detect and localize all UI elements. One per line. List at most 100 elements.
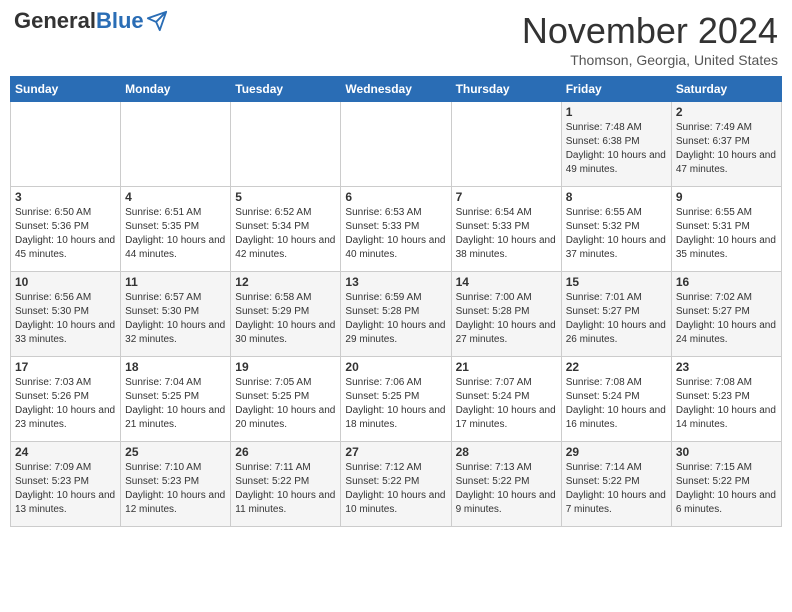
calendar-cell: 8 Sunrise: 6:55 AM Sunset: 5:32 PM Daylig… [561,187,671,272]
day-info: Sunrise: 6:53 AM Sunset: 5:33 PM Dayligh… [345,206,446,262]
day-number: 1 [566,105,667,119]
day-number: 13 [345,275,446,289]
day-number: 6 [345,190,446,204]
day-info: Sunrise: 7:14 AM Sunset: 5:22 PM Dayligh… [566,461,667,517]
day-number: 15 [566,275,667,289]
day-of-week-header: Wednesday [341,77,451,102]
day-info: Sunrise: 7:07 AM Sunset: 5:24 PM Dayligh… [456,376,557,432]
day-of-week-header: Thursday [451,77,561,102]
calendar-cell: 15 Sunrise: 7:01 AM Sunset: 5:27 PM Dayli… [561,272,671,357]
day-info: Sunrise: 6:58 AM Sunset: 5:29 PM Dayligh… [235,291,336,347]
calendar-body: 1 Sunrise: 7:48 AM Sunset: 6:38 PM Daylig… [11,102,782,527]
calendar-cell: 9 Sunrise: 6:55 AM Sunset: 5:31 PM Daylig… [671,187,781,272]
logo-general: GeneralBlue [14,10,144,32]
calendar-cell: 23Sunrise: 7:08 AM Sunset: 5:23 PM Dayli… [671,357,781,442]
month-title: November 2024 [522,10,778,52]
calendar-cell: 19 Sunrise: 7:05 AM Sunset: 5:25 PM Dayli… [231,357,341,442]
day-number: 4 [125,190,226,204]
day-number: 5 [235,190,336,204]
calendar-cell: 10Sunrise: 6:56 AM Sunset: 5:30 PM Dayli… [11,272,121,357]
day-number: 27 [345,445,446,459]
calendar-cell: 3 Sunrise: 6:50 AM Sunset: 5:36 PM Daylig… [11,187,121,272]
day-info: Sunrise: 7:01 AM Sunset: 5:27 PM Dayligh… [566,291,667,347]
header: GeneralBlue November 2024 Thomson, Georg… [10,10,782,68]
calendar-cell: 6 Sunrise: 6:53 AM Sunset: 5:33 PM Daylig… [341,187,451,272]
calendar-cell: 27 Sunrise: 7:12 AM Sunset: 5:22 PM Dayli… [341,442,451,527]
day-number: 29 [566,445,667,459]
calendar-cell: 29 Sunrise: 7:14 AM Sunset: 5:22 PM Dayli… [561,442,671,527]
day-number: 28 [456,445,557,459]
day-number: 17 [15,360,116,374]
day-of-week-header: Friday [561,77,671,102]
day-number: 10 [15,275,116,289]
calendar-cell: 21 Sunrise: 7:07 AM Sunset: 5:24 PM Dayli… [451,357,561,442]
location: Thomson, Georgia, United States [522,52,778,68]
title-block: November 2024 Thomson, Georgia, United S… [522,10,778,68]
day-number: 9 [676,190,777,204]
calendar-table: SundayMondayTuesdayWednesdayThursdayFrid… [10,76,782,527]
day-info: Sunrise: 6:54 AM Sunset: 5:33 PM Dayligh… [456,206,557,262]
day-number: 25 [125,445,226,459]
calendar-cell: 17 Sunrise: 7:03 AM Sunset: 5:26 PM Dayli… [11,357,121,442]
day-info: Sunrise: 6:59 AM Sunset: 5:28 PM Dayligh… [345,291,446,347]
day-number: 23 [676,360,777,374]
day-info: Sunrise: 7:02 AM Sunset: 5:27 PM Dayligh… [676,291,777,347]
day-number: 19 [235,360,336,374]
calendar-cell: 2Sunrise: 7:49 AM Sunset: 6:37 PM Daylig… [671,102,781,187]
calendar-cell: 24Sunrise: 7:09 AM Sunset: 5:23 PM Dayli… [11,442,121,527]
day-number: 3 [15,190,116,204]
day-info: Sunrise: 6:52 AM Sunset: 5:34 PM Dayligh… [235,206,336,262]
day-info: Sunrise: 6:50 AM Sunset: 5:36 PM Dayligh… [15,206,116,262]
day-info: Sunrise: 7:08 AM Sunset: 5:24 PM Dayligh… [566,376,667,432]
calendar-week-row: 17 Sunrise: 7:03 AM Sunset: 5:26 PM Dayli… [11,357,782,442]
day-of-week-header: Monday [121,77,231,102]
calendar-cell: 28 Sunrise: 7:13 AM Sunset: 5:22 PM Dayli… [451,442,561,527]
calendar-week-row: 3 Sunrise: 6:50 AM Sunset: 5:36 PM Daylig… [11,187,782,272]
calendar-cell: 7 Sunrise: 6:54 AM Sunset: 5:33 PM Daylig… [451,187,561,272]
day-info: Sunrise: 7:04 AM Sunset: 5:25 PM Dayligh… [125,376,226,432]
day-number: 26 [235,445,336,459]
calendar-cell: 16 Sunrise: 7:02 AM Sunset: 5:27 PM Dayli… [671,272,781,357]
day-info: Sunrise: 7:06 AM Sunset: 5:25 PM Dayligh… [345,376,446,432]
calendar-cell: 13 Sunrise: 6:59 AM Sunset: 5:28 PM Dayli… [341,272,451,357]
calendar-cell: 12 Sunrise: 6:58 AM Sunset: 5:29 PM Dayli… [231,272,341,357]
calendar-cell [121,102,231,187]
calendar-cell: 22 Sunrise: 7:08 AM Sunset: 5:24 PM Dayli… [561,357,671,442]
day-number: 18 [125,360,226,374]
day-info: Sunrise: 7:15 AM Sunset: 5:22 PM Dayligh… [676,461,777,517]
day-number: 22 [566,360,667,374]
day-info: Sunrise: 6:57 AM Sunset: 5:30 PM Dayligh… [125,291,226,347]
day-info: Sunrise: 7:10 AM Sunset: 5:23 PM Dayligh… [125,461,226,517]
calendar-header-row: SundayMondayTuesdayWednesdayThursdayFrid… [11,77,782,102]
day-info: Sunrise: 7:09 AM Sunset: 5:23 PM Dayligh… [15,461,116,517]
day-info: Sunrise: 7:13 AM Sunset: 5:22 PM Dayligh… [456,461,557,517]
calendar-cell [11,102,121,187]
day-info: Sunrise: 6:55 AM Sunset: 5:32 PM Dayligh… [566,206,667,262]
calendar-cell: 11 Sunrise: 6:57 AM Sunset: 5:30 PM Dayli… [121,272,231,357]
calendar-cell: 14Sunrise: 7:00 AM Sunset: 5:28 PM Dayli… [451,272,561,357]
day-info: Sunrise: 7:48 AM Sunset: 6:38 PM Dayligh… [566,121,667,177]
day-number: 12 [235,275,336,289]
calendar-week-row: 10Sunrise: 6:56 AM Sunset: 5:30 PM Dayli… [11,272,782,357]
calendar-cell: 4 Sunrise: 6:51 AM Sunset: 5:35 PM Daylig… [121,187,231,272]
day-info: Sunrise: 7:03 AM Sunset: 5:26 PM Dayligh… [15,376,116,432]
day-info: Sunrise: 7:12 AM Sunset: 5:22 PM Dayligh… [345,461,446,517]
calendar-week-row: 24Sunrise: 7:09 AM Sunset: 5:23 PM Dayli… [11,442,782,527]
day-of-week-header: Saturday [671,77,781,102]
calendar-cell: 25 Sunrise: 7:10 AM Sunset: 5:23 PM Dayli… [121,442,231,527]
day-number: 16 [676,275,777,289]
day-info: Sunrise: 6:51 AM Sunset: 5:35 PM Dayligh… [125,206,226,262]
day-number: 11 [125,275,226,289]
day-number: 2 [676,105,777,119]
calendar-cell [231,102,341,187]
day-info: Sunrise: 7:05 AM Sunset: 5:25 PM Dayligh… [235,376,336,432]
day-number: 8 [566,190,667,204]
day-number: 7 [456,190,557,204]
day-number: 21 [456,360,557,374]
day-info: Sunrise: 7:11 AM Sunset: 5:22 PM Dayligh… [235,461,336,517]
day-info: Sunrise: 6:55 AM Sunset: 5:31 PM Dayligh… [676,206,777,262]
calendar-week-row: 1 Sunrise: 7:48 AM Sunset: 6:38 PM Daylig… [11,102,782,187]
calendar-cell: 5 Sunrise: 6:52 AM Sunset: 5:34 PM Daylig… [231,187,341,272]
calendar-cell [451,102,561,187]
calendar-cell: 1 Sunrise: 7:48 AM Sunset: 6:38 PM Daylig… [561,102,671,187]
